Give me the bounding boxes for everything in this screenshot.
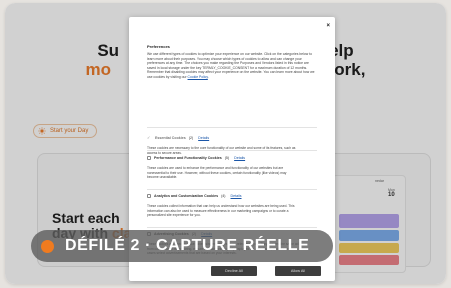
section-description: These cookies collect information that c… — [147, 204, 295, 217]
section-name: Analytics and Customization Cookies — [154, 194, 219, 198]
intro-text: We use different types of cookies to opt… — [147, 52, 315, 79]
checkmark-icon: ✓ — [147, 135, 151, 140]
analytics-cookies-checkbox[interactable] — [147, 194, 151, 198]
section-description: These cookies are necessary to the core … — [147, 146, 296, 155]
details-link[interactable]: Details — [198, 136, 209, 140]
allow-all-button[interactable]: Allow All — [275, 266, 321, 276]
section-count: (5) — [224, 156, 230, 160]
section-name: Performance and Functionality Cookies — [154, 156, 222, 160]
divider — [147, 127, 317, 128]
decline-all-button[interactable]: Decline All — [211, 266, 257, 276]
divider — [147, 189, 317, 190]
details-link[interactable]: Details — [234, 156, 245, 160]
cookie-policy-link[interactable]: Cookie Policy — [188, 75, 208, 79]
dialog-footer: Decline All Allow All — [129, 263, 335, 281]
divider — [147, 150, 317, 151]
details-link[interactable]: Details — [231, 194, 242, 198]
caption-banner: DÉFILÉ 2 · CAPTURE RÉELLE — [31, 230, 333, 262]
section-essential-cookies: ✓ Essential Cookies (2) Details These co… — [147, 136, 317, 155]
section-description: These cookies are used to enhance the pe… — [147, 166, 287, 179]
section-count: (4) — [221, 194, 226, 198]
section-count: (2) — [188, 136, 194, 140]
caption-text: DÉFILÉ 2 · CAPTURE RÉELLE — [65, 237, 310, 254]
performance-cookies-checkbox[interactable] — [147, 156, 151, 160]
close-icon[interactable]: × — [326, 23, 330, 29]
section-performance-cookies: Performance and Functionality Cookies (5… — [147, 156, 317, 180]
divider — [147, 227, 317, 228]
dialog-title: Preferences — [147, 44, 170, 49]
orange-dot-icon — [41, 239, 54, 253]
section-analytics-cookies: Analytics and Customization Cookies (4) … — [147, 194, 317, 218]
section-name: Essential Cookies — [155, 136, 186, 140]
